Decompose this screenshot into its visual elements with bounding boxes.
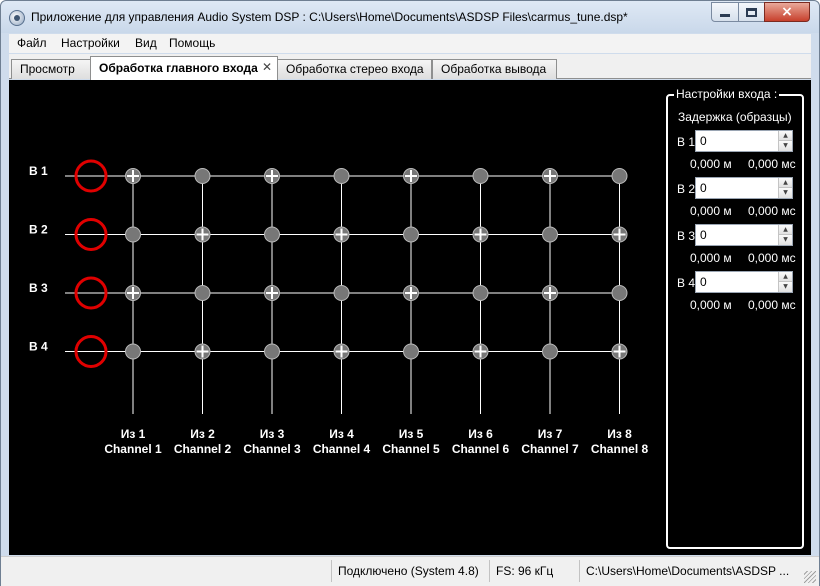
menu-bar: Файл Настройки Вид Помощь	[9, 34, 811, 53]
close-icon: ×	[781, 4, 793, 20]
output-channel-label: Channel 8	[591, 442, 649, 456]
routing-node[interactable]	[542, 226, 558, 243]
routing-node[interactable]	[611, 285, 628, 301]
output-channel-label: Channel 1	[104, 442, 162, 456]
spin-up-icon[interactable]: ▲	[778, 131, 792, 141]
time-readout-1: 0,000 мс	[748, 157, 796, 171]
time-readout-4: 0,000 мс	[748, 298, 796, 312]
app-window: Приложение для управления Audio System D…	[0, 0, 820, 586]
delay-input-label-1: В 1	[677, 135, 696, 149]
delay-spinbox-1[interactable]: 0 ▲ ▼	[695, 130, 793, 152]
routing-node[interactable]	[125, 226, 141, 243]
delay-spinbox-3[interactable]: 0 ▲ ▼	[695, 224, 793, 246]
tab-output[interactable]: Обработка вывода	[432, 59, 557, 79]
spin-up-icon[interactable]: ▲	[778, 272, 792, 282]
input-settings-title: Настройки входа :	[674, 87, 780, 101]
tab-label: Просмотр	[20, 62, 75, 76]
spin-down-icon[interactable]: ▼	[778, 141, 792, 151]
output-label: Из 8	[607, 427, 632, 441]
routing-node[interactable]	[333, 168, 350, 184]
close-button[interactable]: ×	[764, 2, 810, 22]
output-label: Из 3	[260, 427, 285, 441]
distance-readout-2: 0,000 м	[690, 204, 732, 218]
delay-spinbox-2[interactable]: 0 ▲ ▼	[695, 177, 793, 199]
output-channel-label: Channel 3	[243, 442, 301, 456]
tab-label: Обработка вывода	[441, 62, 547, 76]
routing-node[interactable]	[403, 226, 419, 243]
input-label: В 3	[29, 281, 48, 295]
menu-help[interactable]: Помощь	[169, 36, 215, 50]
routing-node[interactable]	[542, 343, 558, 360]
input-label: В 4	[29, 340, 48, 354]
routing-node[interactable]	[194, 168, 211, 184]
routing-node[interactable]	[333, 285, 350, 301]
routing-node[interactable]	[125, 343, 141, 360]
routing-node[interactable]	[264, 226, 280, 243]
routing-node[interactable]	[194, 285, 211, 301]
minimize-button[interactable]	[711, 2, 739, 22]
time-readout-2: 0,000 мс	[748, 204, 796, 218]
menu-view[interactable]: Вид	[135, 36, 157, 50]
file-path-status: C:\Users\Home\Documents\ASDSP ...	[579, 560, 799, 582]
routing-node[interactable]	[403, 343, 419, 360]
resize-grip[interactable]	[804, 571, 816, 583]
routing-node[interactable]	[611, 168, 628, 184]
close-tab-icon[interactable]: ✕	[262, 60, 272, 74]
output-channel-label: Channel 4	[313, 442, 371, 456]
delay-spinbox-4[interactable]: 0 ▲ ▼	[695, 271, 793, 293]
connection-status: Подключено (System 4.8)	[331, 560, 489, 582]
delay-value-3: 0	[700, 228, 707, 242]
tab-label: Обработка главного входа	[99, 61, 258, 75]
tab-label: Обработка стерео входа	[286, 62, 424, 76]
minimize-icon	[720, 13, 730, 17]
delay-label: Задержка (образцы)	[678, 110, 792, 124]
output-channel-label: Channel 6	[452, 442, 510, 456]
spin-up-icon[interactable]: ▲	[778, 178, 792, 188]
routing-matrix: В 1 В 2 В 3 В 4 Из 1Channel 1 Из 2Channel 2 Из…	[29, 159, 649, 456]
output-channel-label: Channel 2	[174, 442, 232, 456]
delay-value-1: 0	[700, 134, 707, 148]
output-label: Из 7	[538, 427, 563, 441]
input-label: В 2	[29, 223, 48, 237]
output-label: Из 4	[329, 427, 354, 441]
output-label: Из 2	[190, 427, 215, 441]
menu-settings[interactable]: Настройки	[61, 36, 120, 50]
delay-input-label-2: В 2	[677, 182, 696, 196]
routing-node[interactable]	[472, 168, 489, 184]
menu-file[interactable]: Файл	[17, 36, 47, 50]
tab-strip: Просмотр Обработка главного входа ✕ Обра…	[9, 54, 811, 80]
window-title: Приложение для управления Audio System D…	[31, 10, 628, 24]
output-label: Из 5	[399, 427, 424, 441]
routing-node[interactable]	[264, 343, 280, 360]
output-channel-label: Channel 7	[521, 442, 579, 456]
delay-value-4: 0	[700, 275, 707, 289]
matrix-area: В 1 В 2 В 3 В 4 Из 1 Channel 1 Из 2 Channel 2 Из…	[9, 80, 811, 555]
spin-down-icon[interactable]: ▼	[778, 188, 792, 198]
input-label: В 1	[29, 164, 48, 178]
spin-down-icon[interactable]: ▼	[778, 235, 792, 245]
routing-node[interactable]	[472, 285, 489, 301]
output-label: Из 6	[468, 427, 493, 441]
time-readout-3: 0,000 мс	[748, 251, 796, 265]
delay-value-2: 0	[700, 181, 707, 195]
maximize-button[interactable]	[738, 2, 765, 22]
spin-down-icon[interactable]: ▼	[778, 282, 792, 292]
distance-readout-1: 0,000 м	[690, 157, 732, 171]
status-bar: Подключено (System 4.8) FS: 96 кГц C:\Us…	[1, 556, 819, 586]
delay-input-label-4: В 4	[677, 276, 696, 290]
speaker-icon	[9, 10, 25, 26]
tab-stereo-input[interactable]: Обработка стерео входа	[277, 59, 432, 79]
input-settings-panel: Настройки входа : Задержка (образцы) В 1…	[666, 87, 804, 549]
spin-up-icon[interactable]: ▲	[778, 225, 792, 235]
delay-input-label-3: В 3	[677, 229, 696, 243]
title-bar[interactable]: Приложение для управления Audio System D…	[1, 1, 819, 33]
output-channel-label: Channel 5	[382, 442, 440, 456]
maximize-icon	[746, 7, 757, 17]
tab-overview[interactable]: Просмотр	[11, 59, 91, 79]
sample-rate-status: FS: 96 кГц	[489, 560, 579, 582]
tab-main-input[interactable]: Обработка главного входа ✕	[90, 56, 278, 80]
distance-readout-3: 0,000 м	[690, 251, 732, 265]
output-label: Из 1	[121, 427, 146, 441]
distance-readout-4: 0,000 м	[690, 298, 732, 312]
